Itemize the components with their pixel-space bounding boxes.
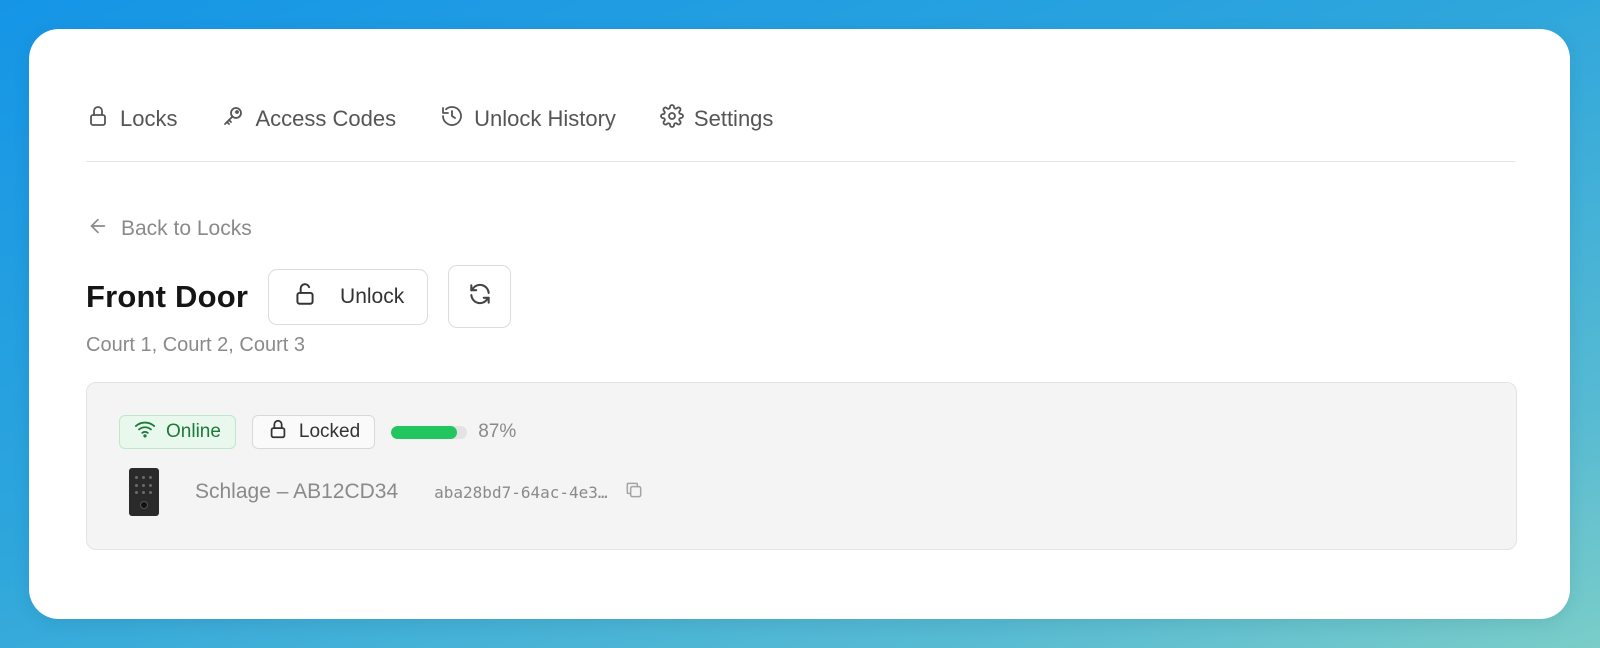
key-icon bbox=[221, 104, 245, 134]
device-info-row: Schlage – AB12CD34 aba28bd7-64ac-4e3… bbox=[129, 468, 644, 516]
tab-label: Locks bbox=[120, 106, 178, 131]
status-badges: Online Locked 87% bbox=[119, 415, 516, 449]
battery-bar bbox=[391, 425, 468, 439]
wifi-icon bbox=[134, 418, 156, 446]
tab-label: Access Codes bbox=[255, 106, 397, 131]
battery-indicator: 87% bbox=[391, 421, 516, 443]
battery-percent: 87% bbox=[478, 421, 517, 442]
arrow-left-icon bbox=[87, 215, 109, 243]
tab-label: Unlock History bbox=[474, 106, 616, 131]
online-badge: Online bbox=[119, 415, 236, 449]
page-title: Front Door bbox=[86, 278, 249, 314]
lock-icon bbox=[86, 104, 110, 134]
unlock-icon bbox=[292, 281, 318, 313]
gear-icon bbox=[660, 104, 684, 134]
tab-label: Settings bbox=[693, 106, 774, 131]
lock-device-image bbox=[129, 468, 159, 516]
refresh-button[interactable] bbox=[448, 265, 512, 328]
tab-unlock-history[interactable]: Unlock History bbox=[440, 99, 616, 139]
lock-detail-card: Locks Access Codes Unlock History Settin… bbox=[29, 29, 1570, 619]
unlock-button[interactable]: Unlock bbox=[268, 268, 429, 325]
locked-badge: Locked bbox=[251, 415, 376, 449]
copy-icon[interactable] bbox=[624, 480, 644, 505]
back-to-locks-link[interactable]: Back to Locks bbox=[87, 215, 252, 243]
lock-icon bbox=[267, 418, 289, 446]
tab-settings[interactable]: Settings bbox=[660, 99, 774, 139]
unlock-label: Unlock bbox=[340, 284, 405, 308]
back-label: Back to Locks bbox=[121, 217, 252, 240]
locked-label: Locked bbox=[298, 421, 361, 442]
device-name: Schlage – AB12CD34 bbox=[195, 480, 399, 503]
device-status-panel: Online Locked 87% Schlage – AB12CD34 aba… bbox=[86, 382, 1517, 550]
title-row: Front Door Unlock bbox=[86, 265, 512, 328]
refresh-icon bbox=[467, 281, 493, 312]
online-label: Online bbox=[166, 421, 221, 442]
device-id: aba28bd7-64ac-4e3… bbox=[434, 482, 608, 502]
history-icon bbox=[440, 104, 464, 134]
tab-locks[interactable]: Locks bbox=[86, 99, 177, 139]
battery-bar-fill bbox=[391, 425, 458, 439]
tab-access-codes[interactable]: Access Codes bbox=[221, 99, 396, 139]
top-nav: Locks Access Codes Unlock History Settin… bbox=[86, 81, 1515, 162]
lock-locations: Court 1, Court 2, Court 3 bbox=[86, 334, 305, 356]
